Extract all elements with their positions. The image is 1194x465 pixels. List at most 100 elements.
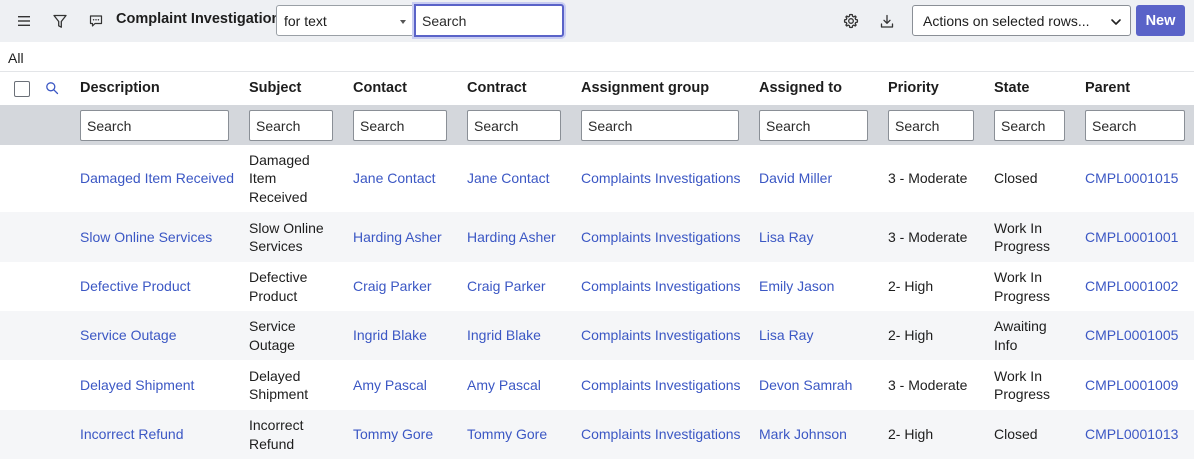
- list-search-input[interactable]: Search: [414, 4, 564, 37]
- subject-text-line: Damaged: [249, 151, 310, 168]
- table-row[interactable]: Service Outage Service Outage Ingrid Blake I…: [0, 311, 1194, 360]
- contract-link[interactable]: Ingrid Blake: [467, 326, 577, 345]
- subject-text-line: Services: [249, 238, 303, 254]
- column-header-state[interactable]: State: [994, 80, 1029, 96]
- assignment-group-search-input[interactable]: Search: [581, 110, 739, 141]
- table-row[interactable]: Defective Product Defective Product Craig P…: [0, 262, 1194, 311]
- description-link[interactable]: Damaged Item Received: [80, 169, 240, 188]
- contract-link[interactable]: Harding Asher: [467, 228, 577, 247]
- subject-text-line: Shipment: [249, 386, 309, 402]
- contract-link[interactable]: Amy Pascal: [467, 376, 577, 395]
- subject-text-line: Refund: [249, 435, 295, 452]
- subject-text-line: Defective: [249, 269, 308, 285]
- priority-text: 3 - Moderate: [888, 228, 968, 245]
- subject-text-line: Product: [249, 287, 298, 304]
- assigned-to-link[interactable]: Lisa Ray: [759, 228, 884, 247]
- column-header-assignment-group[interactable]: Assignment group: [581, 80, 709, 96]
- contact-link[interactable]: Craig Parker: [353, 277, 463, 296]
- state-text-line: Progress: [994, 386, 1051, 402]
- subject-text: Defective Product: [249, 268, 349, 305]
- table-header-row: Description Subject Contact Contract Ass…: [0, 71, 1194, 105]
- contact-link[interactable]: Tommy Gore: [353, 425, 463, 444]
- description-search-input[interactable]: Search: [80, 110, 229, 141]
- priority-search-input[interactable]: Search: [888, 110, 974, 141]
- column-header-contact[interactable]: Contact: [353, 80, 407, 96]
- state-text: Closed: [994, 425, 1082, 444]
- contract-link[interactable]: Jane Contact: [467, 169, 577, 188]
- download-icon[interactable]: [876, 10, 898, 32]
- parent-link[interactable]: CMPL0001013: [1085, 425, 1190, 444]
- assigned-to-link[interactable]: Devon Samrah: [759, 376, 884, 395]
- column-search-row: Search Search Search Search Search Searc…: [0, 105, 1194, 145]
- search-field-select[interactable]: for text: [276, 5, 415, 36]
- parent-link[interactable]: CMPL0001009: [1085, 376, 1190, 395]
- contact-link[interactable]: Ingrid Blake: [353, 326, 463, 345]
- parent-link[interactable]: CMPL0001002: [1085, 277, 1190, 296]
- description-link[interactable]: Slow Online Services: [80, 228, 240, 247]
- assigned-to-search-input[interactable]: Search: [759, 110, 868, 141]
- contact-link[interactable]: Harding Asher: [353, 228, 463, 247]
- chevron-down-icon: [400, 20, 406, 24]
- description-link[interactable]: Incorrect Refund: [80, 425, 240, 444]
- column-header-assigned-to[interactable]: Assigned to: [759, 80, 842, 96]
- contract-link[interactable]: Craig Parker: [467, 277, 577, 296]
- subject-search-input[interactable]: Search: [249, 110, 333, 141]
- assigned-to-link[interactable]: David Miller: [759, 169, 884, 188]
- filter-funnel-icon[interactable]: [49, 10, 71, 32]
- search-field-select-value: for text: [284, 13, 327, 29]
- priority-text: 2- High: [888, 426, 934, 443]
- gear-icon[interactable]: [840, 10, 862, 32]
- priority-text: 3 - Moderate: [888, 170, 968, 187]
- subject-text: Slow Online Services: [249, 219, 349, 256]
- assignment-group-link[interactable]: Complaints Investigations: [581, 277, 756, 296]
- contract-search-input[interactable]: Search: [467, 110, 561, 141]
- subject-text: Service Outage: [249, 317, 349, 354]
- assignment-group-link[interactable]: Complaints Investigations: [581, 169, 756, 188]
- table-row[interactable]: Incorrect Refund Incorrect Refund Tommy Gor…: [0, 410, 1194, 459]
- column-header-contract[interactable]: Contract: [467, 80, 527, 96]
- table-row[interactable]: Slow Online Services Slow Online Services H…: [0, 212, 1194, 262]
- contract-link[interactable]: Tommy Gore: [467, 425, 577, 444]
- assigned-to-link[interactable]: Mark Johnson: [759, 425, 884, 444]
- state-text-line: Info: [994, 336, 1018, 353]
- actions-on-selected-rows-select[interactable]: Actions on selected rows...: [912, 5, 1131, 36]
- breadcrumb-all[interactable]: All: [8, 50, 24, 66]
- description-link[interactable]: Defective Product: [80, 277, 240, 296]
- contact-search-input[interactable]: Search: [353, 110, 447, 141]
- table-row[interactable]: Damaged Item Received Damaged Item Received…: [0, 145, 1194, 212]
- assignment-group-link[interactable]: Complaints Investigations: [581, 425, 756, 444]
- new-button[interactable]: New: [1136, 5, 1185, 36]
- assignment-group-link[interactable]: Complaints Investigations: [581, 326, 756, 345]
- parent-link[interactable]: CMPL0001001: [1085, 228, 1190, 247]
- assignment-group-link[interactable]: Complaints Investigations: [581, 376, 756, 395]
- description-link[interactable]: Delayed Shipment: [80, 376, 240, 395]
- assignment-group-link[interactable]: Complaints Investigations: [581, 228, 756, 247]
- actions-select-label: Actions on selected rows...: [923, 13, 1090, 29]
- hamburger-menu-icon[interactable]: [13, 10, 35, 32]
- column-header-subject[interactable]: Subject: [249, 80, 301, 96]
- subject-text-line: Received: [249, 188, 308, 205]
- description-link[interactable]: Service Outage: [80, 326, 240, 345]
- parent-search-input[interactable]: Search: [1085, 110, 1185, 141]
- parent-link[interactable]: CMPL0001015: [1085, 169, 1190, 188]
- assigned-to-link[interactable]: Lisa Ray: [759, 326, 884, 345]
- state-text-line: Work In: [994, 219, 1042, 236]
- contact-link[interactable]: Amy Pascal: [353, 376, 463, 395]
- comment-bubble-icon[interactable]: [85, 10, 107, 32]
- search-icon[interactable]: [45, 81, 59, 98]
- column-header-description[interactable]: Description: [80, 80, 160, 96]
- table-row[interactable]: Delayed Shipment Delayed Shipment Amy Pasca…: [0, 360, 1194, 410]
- state-text: Work In Progress: [994, 367, 1082, 404]
- column-header-priority[interactable]: Priority: [888, 80, 939, 96]
- state-search-input[interactable]: Search: [994, 110, 1065, 141]
- state-text-line: Work In: [994, 367, 1042, 384]
- parent-link[interactable]: CMPL0001005: [1085, 326, 1190, 345]
- select-all-checkbox[interactable]: [14, 81, 30, 97]
- priority-text: 2- High: [888, 327, 934, 344]
- column-header-parent[interactable]: Parent: [1085, 80, 1130, 96]
- contact-link[interactable]: Jane Contact: [353, 169, 463, 188]
- assigned-to-link[interactable]: Emily Jason: [759, 277, 884, 296]
- list-title[interactable]: Complaint Investigations: [116, 11, 288, 27]
- chevron-down-icon: [1110, 15, 1122, 31]
- state-text-line: Awaiting: [994, 318, 1047, 334]
